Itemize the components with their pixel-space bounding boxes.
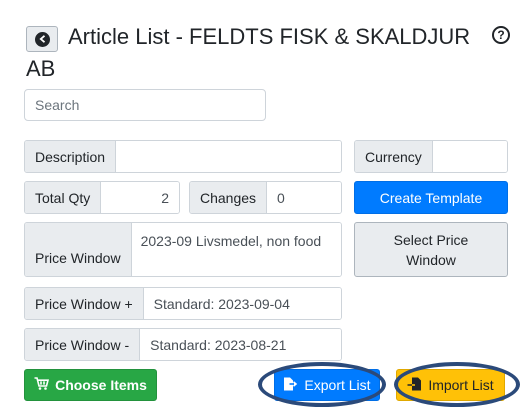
price-window-minus-group: Price Window - Standard: 2023-08-21 <box>24 328 342 361</box>
changes-group: Changes 0 <box>189 181 342 214</box>
total-qty-label: Total Qty <box>25 182 102 213</box>
price-window-plus-group: Price Window + Standard: 2023-09-04 <box>24 287 342 320</box>
price-window-plus-label: Price Window + <box>25 288 144 319</box>
import-list-button[interactable]: Import List <box>396 369 505 401</box>
chevron-left-icon <box>34 31 50 47</box>
price-window-label: Price Window <box>25 223 132 276</box>
price-window-field[interactable]: 2023-09 Livsmedel, non food <box>131 223 341 276</box>
description-label: Description <box>25 141 117 172</box>
price-window-minus-field[interactable]: Standard: 2023-08-21 <box>140 329 341 360</box>
currency-field[interactable] <box>432 141 507 172</box>
import-list-label: Import List <box>428 377 494 393</box>
currency-label: Currency <box>355 141 433 172</box>
page-title-continued: AB <box>26 56 56 81</box>
choose-items-label: Choose Items <box>55 377 147 393</box>
total-qty-field[interactable]: 2 <box>101 182 179 213</box>
price-window-minus-label: Price Window - <box>25 329 141 360</box>
help-icon[interactable]: ? <box>492 26 510 44</box>
changes-label: Changes <box>190 182 268 213</box>
export-list-label: Export List <box>304 377 371 393</box>
page-title: Article List - FELDTS FISK & SKALDJUR <box>68 24 471 49</box>
select-price-window-button[interactable]: Select Price Window <box>354 222 508 277</box>
currency-group: Currency <box>354 140 508 173</box>
file-import-icon <box>407 377 422 394</box>
price-window-group: Price Window 2023-09 Livsmedel, non food <box>24 222 342 277</box>
back-button[interactable] <box>26 26 58 52</box>
description-group: Description <box>24 140 342 173</box>
description-field[interactable] <box>116 141 341 172</box>
changes-field[interactable]: 0 <box>267 182 341 213</box>
export-list-button[interactable]: Export List <box>274 369 380 401</box>
total-qty-group: Total Qty 2 <box>24 181 180 214</box>
shopping-cart-icon <box>34 377 50 393</box>
create-template-button[interactable]: Create Template <box>354 181 508 214</box>
file-export-icon <box>283 377 298 394</box>
choose-items-button[interactable]: Choose Items <box>24 369 157 401</box>
price-window-plus-field[interactable]: Standard: 2023-09-04 <box>143 288 341 319</box>
search-input[interactable]: Search <box>24 89 266 121</box>
